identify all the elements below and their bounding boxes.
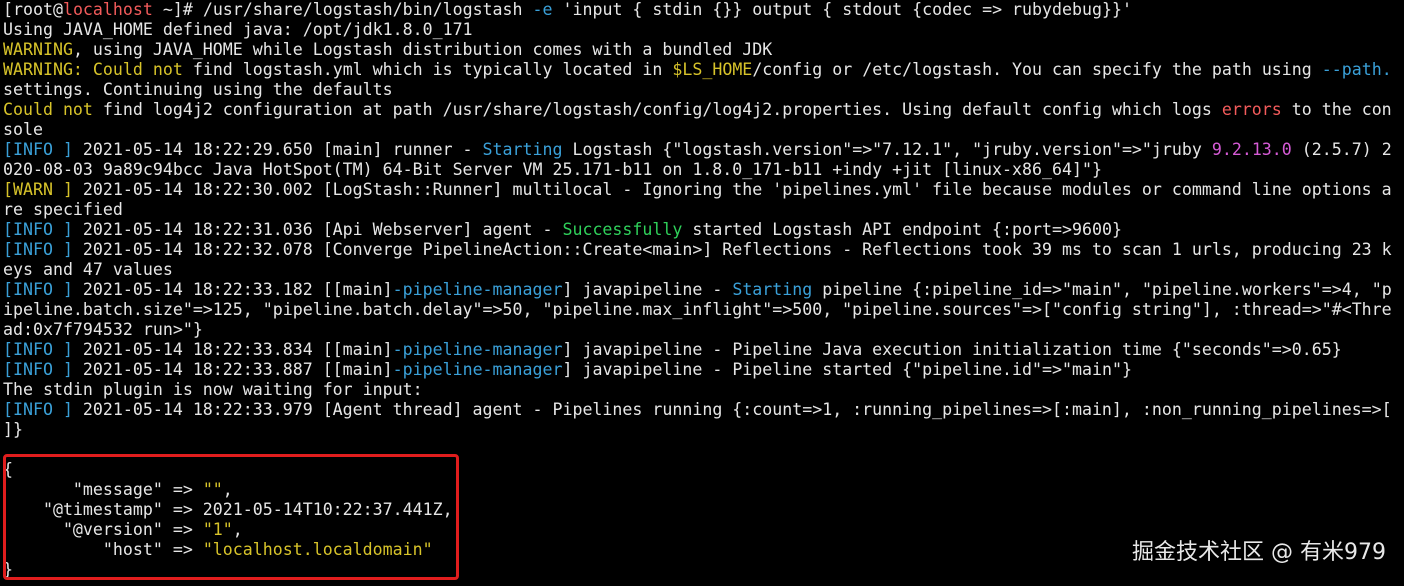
output-highlight-box <box>3 454 459 580</box>
terminal-text-segment: 2021-05-14 18:22:31.036 [Api Webserver] … <box>72 220 563 239</box>
terminal-text-segment: ]} <box>3 420 23 439</box>
terminal-text-segment: Logstash {"logstash.version"=>"7.12.1", … <box>562 140 1212 159</box>
terminal-line: Could not find log4j2 configuration at p… <box>3 100 1401 120</box>
terminal-line: re specified <box>3 200 1401 220</box>
terminal-text-segment: errors <box>1221 100 1282 119</box>
terminal-line: [INFO ] 2021-05-14 18:22:33.887 [[main]-… <box>3 360 1401 380</box>
terminal-line: WARNING: Could not find logstash.yml whi… <box>3 60 1401 80</box>
terminal-text-segment: 020-08-03 9a89c94bcc Java HotSpot(TM) 64… <box>3 160 1102 179</box>
terminal-text-segment: Could not <box>92 60 183 79</box>
terminal-line: sole <box>3 120 1401 140</box>
terminal-line: eys and 47 values <box>3 260 1401 280</box>
terminal-text-segment: -pipeline-manager <box>392 360 563 379</box>
terminal-line: The stdin plugin is now waiting for inpu… <box>3 380 1401 400</box>
terminal-line: [INFO ] 2021-05-14 18:22:33.182 [[main]-… <box>3 280 1401 300</box>
terminal-text-segment: 'input { stdin {}} output { stdout {code… <box>552 0 1132 19</box>
terminal-text-segment: [WARN ] <box>3 180 73 199</box>
terminal-text-segment: WARNING <box>3 40 73 59</box>
terminal-text-segment: 2021-05-14 18:22:30.002 [LogStash::Runne… <box>72 180 1392 199</box>
terminal-text-segment: 2021-05-14 18:22:33.887 [[main] <box>72 360 393 379</box>
terminal-line: Using JAVA_HOME defined java: /opt/jdk1.… <box>3 20 1401 40</box>
terminal-line: [INFO ] 2021-05-14 18:22:33.834 [[main]-… <box>3 340 1401 360</box>
terminal-text-segment: sole <box>3 120 43 139</box>
terminal-text-segment: Could not <box>3 100 93 119</box>
terminal-text-segment: find log4j2 configuration at path /usr/s… <box>92 100 1222 119</box>
terminal-text-segment: -pipeline-manager <box>392 340 563 359</box>
terminal-line: [INFO ] 2021-05-14 18:22:32.078 [Converg… <box>3 240 1401 260</box>
terminal-text-segment: Successfully <box>562 220 683 239</box>
terminal-text-segment: [INFO ] <box>3 400 73 419</box>
terminal-text-segment: re specified <box>3 200 123 219</box>
terminal-line: ipeline.batch.size"=>125, "pipeline.batc… <box>3 300 1401 320</box>
terminal-text-segment: [INFO ] <box>3 280 73 299</box>
terminal-text-segment: [INFO ] <box>3 340 73 359</box>
terminal-text-segment: -e <box>532 0 553 19</box>
terminal-text-segment: find logstash.yml which is typically loc… <box>182 60 673 79</box>
terminal-text-segment: [root@ <box>3 0 63 19</box>
terminal-line: ad:0x7f794532 run>"} <box>3 320 1401 340</box>
terminal-text-segment: localhost <box>62 0 153 19</box>
terminal-text-segment: ] javapipeline - <box>562 280 733 299</box>
terminal-text-segment: $LS_HOME <box>672 60 753 79</box>
terminal-line: 020-08-03 9a89c94bcc Java HotSpot(TM) 64… <box>3 160 1401 180</box>
terminal-line: [WARN ] 2021-05-14 18:22:30.002 [LogStas… <box>3 180 1401 200</box>
terminal-text-segment: 2021-05-14 18:22:33.182 [[main] <box>72 280 393 299</box>
terminal-text-segment: ad:0x7f794532 run>"} <box>3 320 203 339</box>
terminal-text-segment: to the con <box>1281 100 1392 119</box>
terminal-text-segment: (2.5.7) 2 <box>1291 140 1392 159</box>
terminal-text-segment: -pipeline-manager <box>392 280 563 299</box>
terminal-text-segment: 2021-05-14 18:22:29.650 [main] runner - <box>72 140 483 159</box>
terminal-text-segment: [INFO ] <box>3 360 73 379</box>
watermark: 掘金技术社区 @ 有米979 <box>1132 540 1386 565</box>
terminal-text-segment: eys and 47 values <box>3 260 173 279</box>
terminal-text-segment: 2021-05-14 18:22:33.979 [Agent thread] a… <box>72 400 1392 419</box>
terminal-text-segment: [INFO ] <box>3 220 73 239</box>
terminal-text-segment: /config or /etc/logstash. You can specif… <box>752 60 1322 79</box>
terminal-line: [INFO ] 2021-05-14 18:22:31.036 [Api Web… <box>3 220 1401 240</box>
terminal-text-segment: The stdin plugin is now waiting for inpu… <box>3 380 423 399</box>
terminal-text-segment: settings. Continuing using the defaults <box>3 80 393 99</box>
terminal-text-segment: ] javapipeline - Pipeline Java execution… <box>562 340 1342 359</box>
terminal-text-segment: Using JAVA_HOME defined java: /opt/jdk1.… <box>3 20 473 39</box>
terminal-text-segment: 9.2.13.0 <box>1211 140 1292 159</box>
terminal-text-segment: Starting <box>732 280 813 299</box>
terminal-text-segment: ] javapipeline - Pipeline started {"pipe… <box>562 360 1132 379</box>
terminal-text-segment: ~]# /usr/share/logstash/bin/logstash <box>152 0 533 19</box>
terminal-line: [INFO ] 2021-05-14 18:22:29.650 [main] r… <box>3 140 1401 160</box>
terminal-line: [root@localhost ~]# /usr/share/logstash/… <box>3 0 1401 20</box>
terminal-text-segment: started Logstash API endpoint {:port=>96… <box>682 220 1122 239</box>
terminal-text-segment: [INFO ] <box>3 240 73 259</box>
terminal-line: WARNING, using JAVA_HOME while Logstash … <box>3 40 1401 60</box>
terminal-text-segment: WARNING: <box>3 60 93 79</box>
terminal-text-segment: --path. <box>1321 60 1392 79</box>
terminal-text-segment: pipeline {:pipeline_id=>"main", "pipelin… <box>812 280 1392 299</box>
terminal-text-segment: ipeline.batch.size"=>125, "pipeline.batc… <box>3 300 1392 319</box>
terminal-line: settings. Continuing using the defaults <box>3 80 1401 100</box>
terminal-text-segment: Starting <box>482 140 563 159</box>
terminal-text-segment: 2021-05-14 18:22:32.078 [Converge Pipeli… <box>72 240 1392 259</box>
terminal-text-segment: , using JAVA_HOME while Logstash distrib… <box>72 40 773 59</box>
terminal-text-segment: [INFO ] <box>3 140 73 159</box>
terminal-text-segment: 2021-05-14 18:22:33.834 [[main] <box>72 340 393 359</box>
terminal-line: [INFO ] 2021-05-14 18:22:33.979 [Agent t… <box>3 400 1401 420</box>
terminal-line: ]} <box>3 420 1401 440</box>
